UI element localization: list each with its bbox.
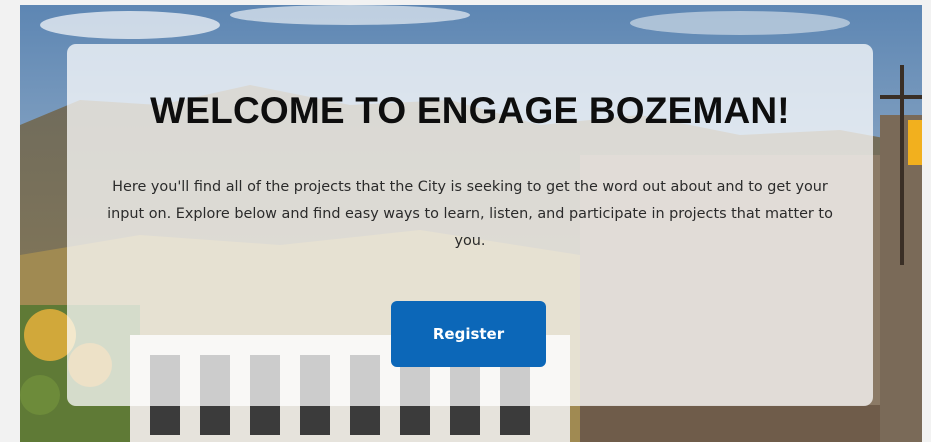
- page-title: WELCOME TO ENGAGE BOZEMAN!: [150, 90, 790, 131]
- register-button[interactable]: Register: [391, 301, 546, 367]
- welcome-card: WELCOME TO ENGAGE BOZEMAN! Here you'll f…: [67, 44, 873, 406]
- hero-banner: WELCOME TO ENGAGE BOZEMAN! Here you'll f…: [20, 5, 922, 442]
- intro-text: Here you'll find all of the projects tha…: [107, 179, 833, 249]
